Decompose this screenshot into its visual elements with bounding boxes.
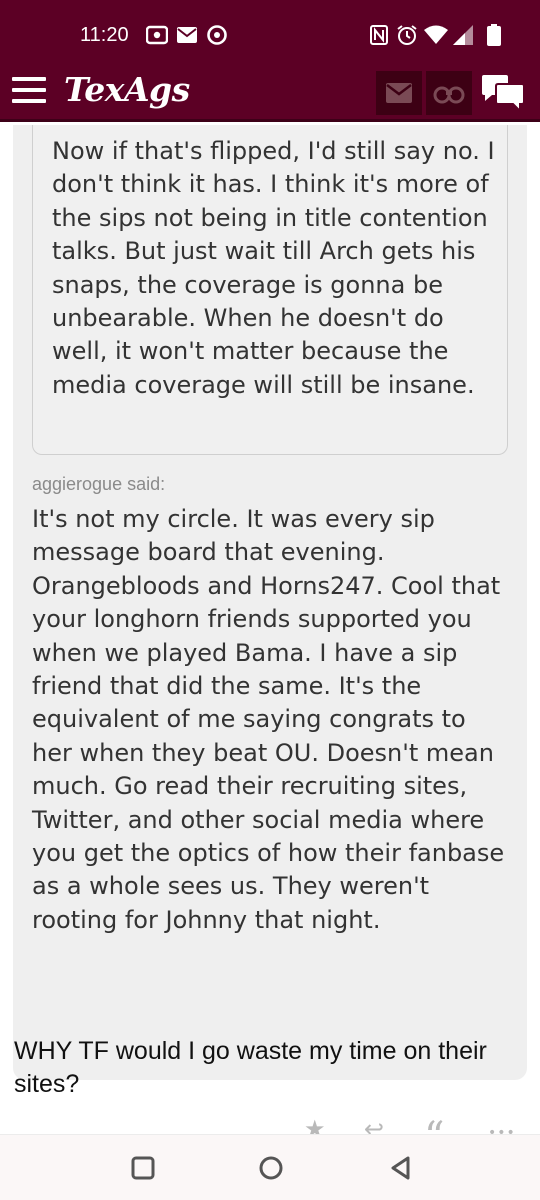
status-bar: 11:20 — [0, 0, 540, 62]
chrome-icon — [206, 24, 228, 46]
status-time: 11:20 — [80, 24, 129, 46]
texags-logo[interactable]: TexAgs — [64, 70, 190, 109]
signal-icon — [452, 24, 474, 46]
app-header: TexAgs — [0, 62, 540, 122]
messages-button[interactable] — [376, 71, 422, 115]
system-nav-bar — [0, 1134, 540, 1200]
chat-icon — [482, 75, 525, 112]
nested-quote-text: Now if that's flipped, I'd still say no.… — [52, 137, 495, 399]
square-icon — [131, 1156, 155, 1180]
nfc-icon — [368, 24, 390, 46]
cast-icon — [146, 24, 168, 46]
thread-content: Now if that's flipped, I'd still say no.… — [0, 125, 540, 1135]
watchlist-button[interactable] — [426, 71, 472, 115]
alarm-icon — [396, 24, 418, 46]
back-button[interactable] — [388, 1155, 414, 1181]
quote-icon[interactable]: “ — [424, 1117, 444, 1135]
quote-text: It's not my circle. It was every sip mes… — [32, 505, 505, 934]
wifi-icon — [424, 24, 448, 46]
binoculars-icon — [433, 86, 465, 104]
chat-button[interactable] — [478, 70, 528, 116]
mail-icon — [176, 24, 198, 46]
star-icon[interactable]: ★ — [304, 1117, 326, 1135]
circle-icon — [259, 1156, 283, 1180]
home-button[interactable] — [258, 1155, 284, 1181]
reply-text: WHY TF would I go waste my time on their… — [14, 1037, 487, 1098]
recents-button[interactable] — [130, 1155, 156, 1181]
post-actions: ★ ↩ “ ••• — [300, 1117, 530, 1135]
mail-icon — [386, 83, 412, 103]
menu-icon[interactable] — [12, 77, 46, 103]
back-triangle-icon — [391, 1156, 410, 1180]
battery-icon — [484, 24, 504, 46]
quote-attribution[interactable]: aggierogue said: — [32, 474, 165, 495]
reply-icon[interactable]: ↩ — [364, 1117, 384, 1135]
more-icon[interactable]: ••• — [488, 1121, 516, 1135]
